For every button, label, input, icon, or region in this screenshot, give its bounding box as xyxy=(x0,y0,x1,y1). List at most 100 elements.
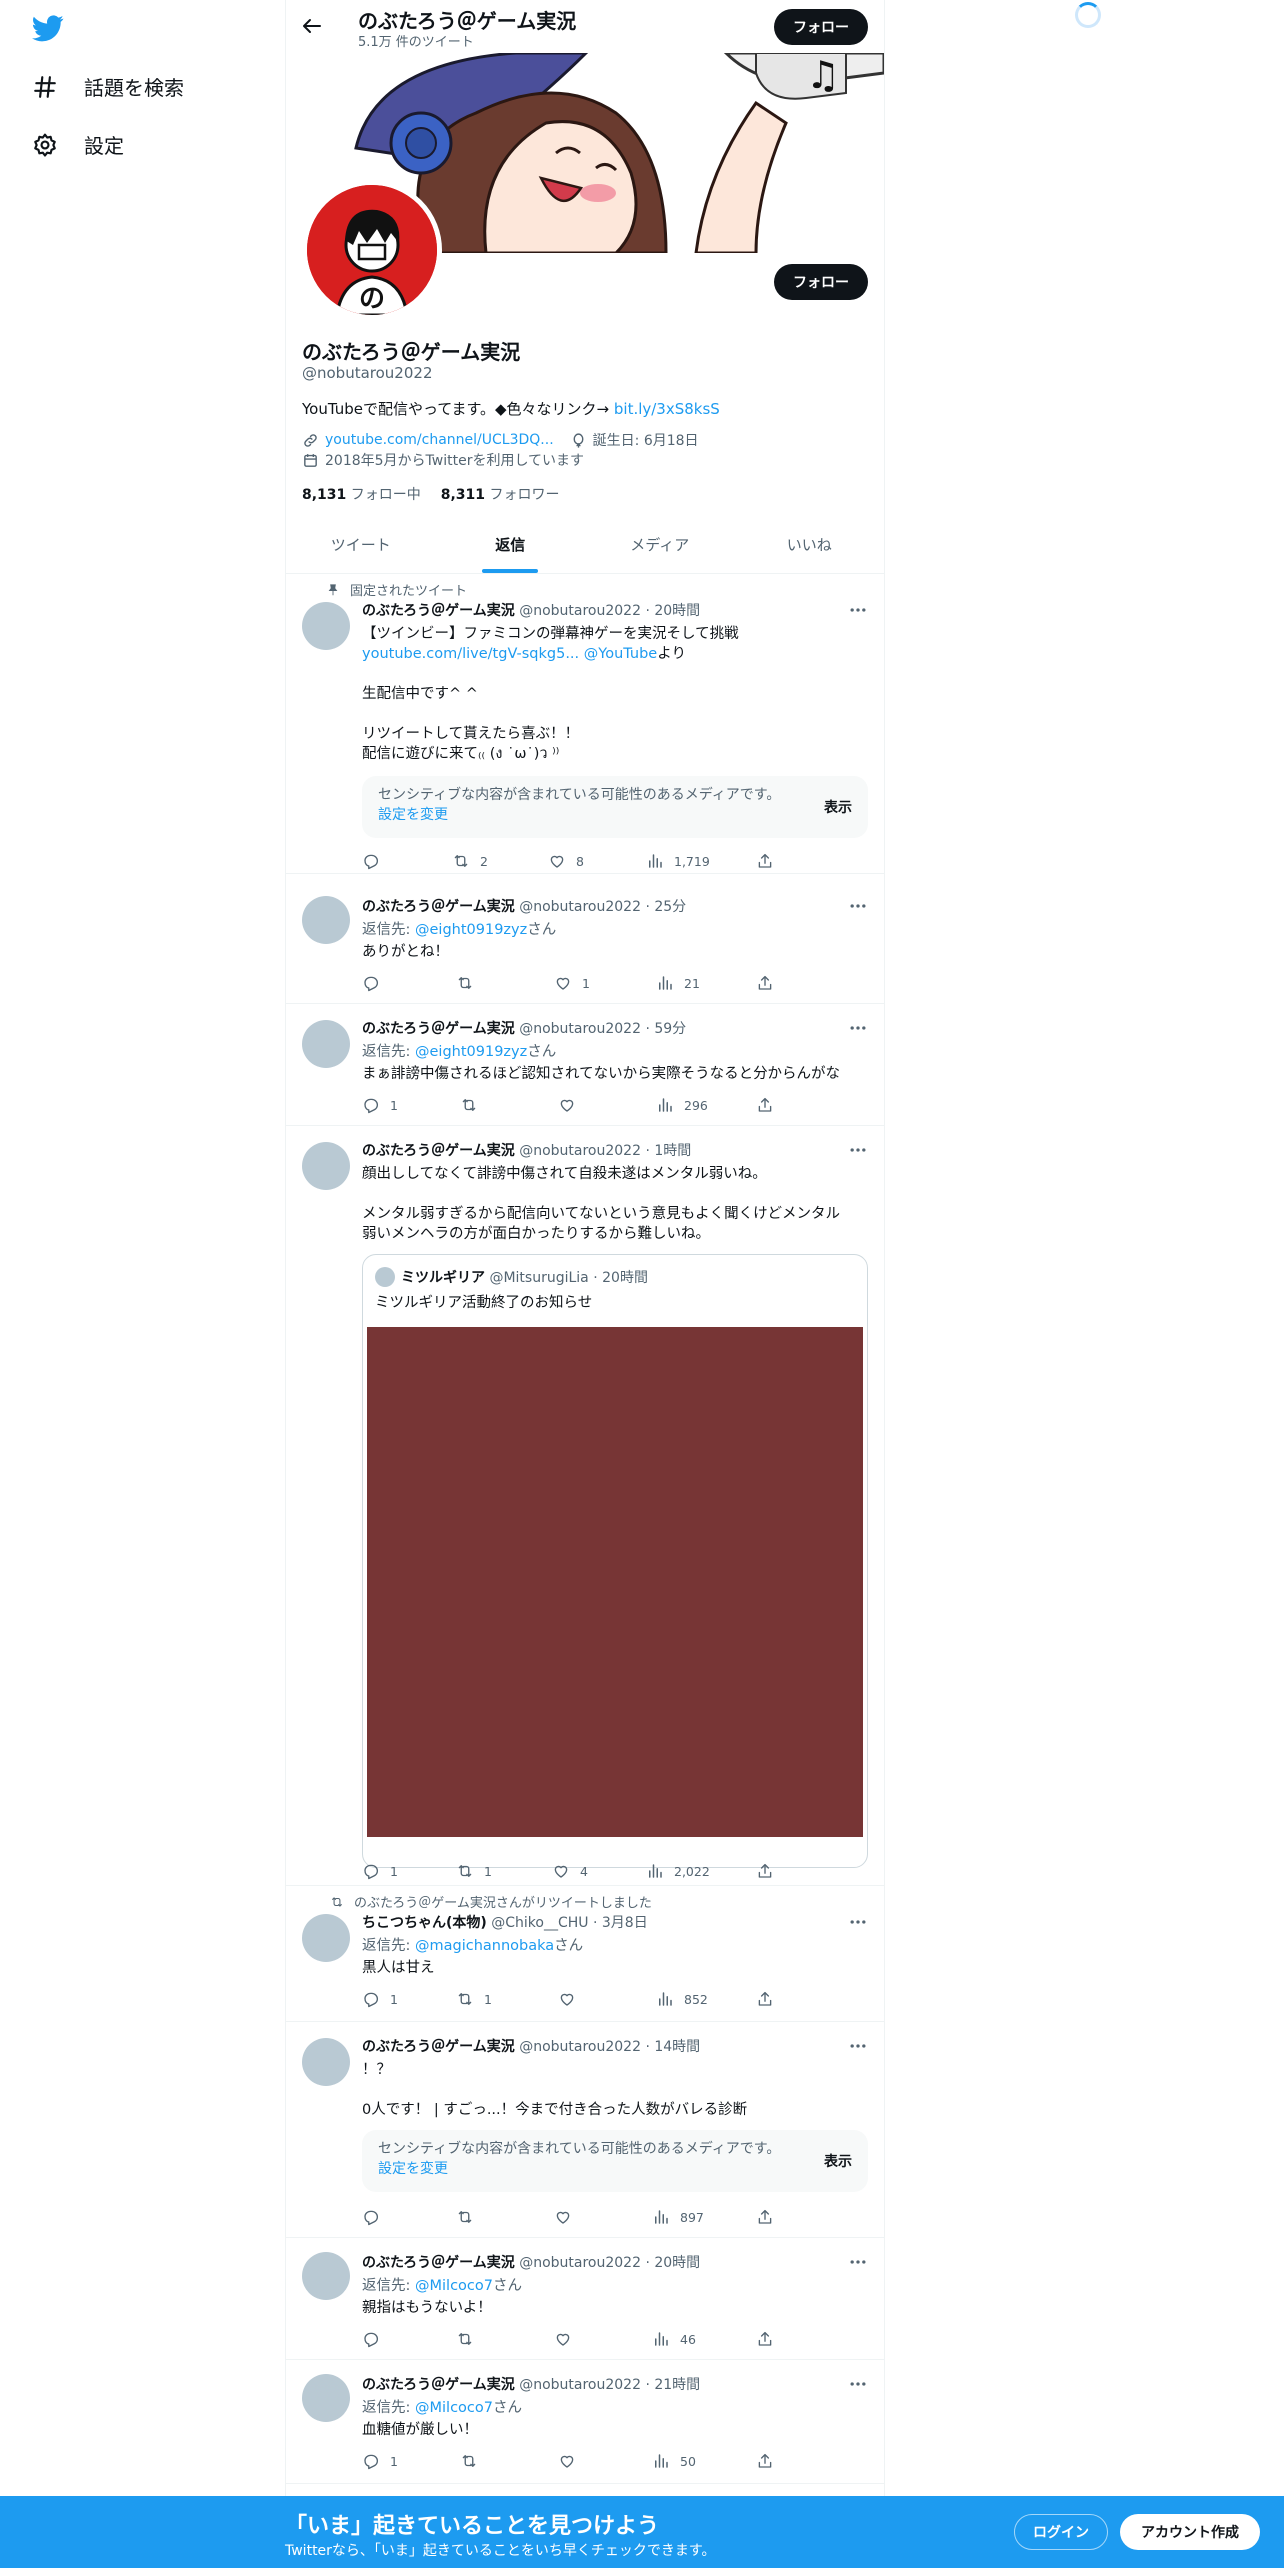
avatar[interactable] xyxy=(302,2374,350,2422)
author-name[interactable]: ちこつちゃん(本物) xyxy=(362,1915,487,1931)
views-button[interactable]: 897 xyxy=(652,2208,704,2226)
views-button[interactable]: 296 xyxy=(656,1096,708,1114)
share-button[interactable] xyxy=(756,1990,774,2008)
like-button[interactable]: 1 xyxy=(554,974,590,992)
show-media-button[interactable]: 表示 xyxy=(824,797,852,817)
tweet-item[interactable]: のぶたろう＠ゲーム実況 @nobutarou2022 · 1時間 顔出ししてなく… xyxy=(286,1126,884,1886)
like-button[interactable]: 4 xyxy=(552,1862,588,1880)
more-icon[interactable] xyxy=(848,2252,868,2272)
share-button[interactable] xyxy=(756,2330,774,2348)
tweet-item[interactable]: のぶたろう＠ゲーム実況 @nobutarou2022 · 59分 返信先: @e… xyxy=(286,1004,884,1126)
retweet-button[interactable]: 1 xyxy=(456,1990,492,2008)
share-button[interactable] xyxy=(756,2452,774,2470)
author-name[interactable]: のぶたろう＠ゲーム実況 xyxy=(362,1021,515,1037)
retweet-button[interactable] xyxy=(456,974,474,992)
back-arrow-icon[interactable] xyxy=(300,14,324,38)
more-icon[interactable] xyxy=(848,600,868,620)
author-name[interactable]: のぶたろう＠ゲーム実況 xyxy=(362,2255,515,2271)
retweet-button[interactable]: 2 xyxy=(452,852,488,870)
share-button[interactable] xyxy=(756,2208,774,2226)
like-button[interactable] xyxy=(558,1990,576,2008)
tab-tweets[interactable]: ツイート xyxy=(286,516,436,573)
reply-to-link[interactable]: @eight0919zyz xyxy=(415,1044,527,1060)
share-button[interactable] xyxy=(756,1096,774,1114)
reply-button[interactable]: 1 xyxy=(362,2452,398,2470)
avatar[interactable] xyxy=(302,1914,350,1962)
profile-avatar[interactable]: の xyxy=(302,180,442,320)
more-icon[interactable] xyxy=(848,896,868,916)
more-icon[interactable] xyxy=(848,1140,868,1160)
like-button[interactable] xyxy=(558,2452,576,2470)
retweeted-by-label[interactable]: のぶたろう＠ゲーム実況さんがリツイートしました xyxy=(354,1892,652,1911)
retweet-button[interactable] xyxy=(456,2208,474,2226)
header-follow-button[interactable]: フォロー xyxy=(774,9,868,45)
twitter-logo-icon[interactable] xyxy=(32,12,64,44)
views-button[interactable]: 21 xyxy=(656,974,700,992)
reply-to-link[interactable]: @eight0919zyz xyxy=(415,922,527,938)
tweet-time[interactable]: 3月8日 xyxy=(602,1915,648,1931)
author-name[interactable]: のぶたろう＠ゲーム実況 xyxy=(362,1143,515,1159)
following-link[interactable]: 8,131 フォロー中 xyxy=(302,484,421,504)
avatar[interactable] xyxy=(302,2038,350,2086)
more-icon[interactable] xyxy=(848,2036,868,2056)
profile-follow-button[interactable]: フォロー xyxy=(774,264,868,300)
youtube-link[interactable]: youtube.com/live/tgV-sqkg5... xyxy=(362,646,579,662)
views-button[interactable]: 46 xyxy=(652,2330,696,2348)
login-button[interactable]: ログイン xyxy=(1014,2514,1108,2550)
like-button[interactable] xyxy=(558,1096,576,1114)
retweet-button[interactable]: 1 xyxy=(456,1862,492,1880)
like-button[interactable] xyxy=(554,2330,572,2348)
avatar[interactable] xyxy=(302,1020,350,1068)
views-button[interactable]: 2,022 xyxy=(646,1862,710,1880)
reply-button[interactable] xyxy=(362,2330,380,2348)
tweet-item[interactable]: のぶたろう＠ゲーム実況 @nobutarou2022 · 25分 返信先: @e… xyxy=(286,874,884,1004)
views-button[interactable]: 1,719 xyxy=(646,852,710,870)
like-button[interactable]: 8 xyxy=(548,852,584,870)
bio-link[interactable]: bit.ly/3xS8ksS xyxy=(614,400,720,418)
share-button[interactable] xyxy=(756,974,774,992)
more-icon[interactable] xyxy=(848,1018,868,1038)
tweet-time[interactable]: 59分 xyxy=(654,1021,686,1037)
signup-button[interactable]: アカウント作成 xyxy=(1120,2514,1260,2550)
quoted-tweet[interactable]: ミツルギリア @MitsurugiLia · 20時間 ミツルギリア活動終了のお… xyxy=(362,1254,868,1868)
more-icon[interactable] xyxy=(848,2374,868,2394)
reply-button[interactable]: 1 xyxy=(362,1862,398,1880)
tweet-time[interactable]: 20時間 xyxy=(654,603,700,619)
avatar[interactable] xyxy=(302,602,350,650)
author-name[interactable]: のぶたろう＠ゲーム実況 xyxy=(362,603,515,619)
tweet-time[interactable]: 21時間 xyxy=(654,2377,700,2393)
views-button[interactable]: 852 xyxy=(656,1990,708,2008)
like-button[interactable] xyxy=(554,2208,572,2226)
share-button[interactable] xyxy=(756,852,774,870)
reply-button[interactable]: 1 xyxy=(362,1096,398,1114)
author-name[interactable]: のぶたろう＠ゲーム実況 xyxy=(362,899,515,915)
reply-button[interactable] xyxy=(362,2208,380,2226)
tweet-item[interactable]: のぶたろう＠ゲーム実況 @nobutarou2022 · 14時間 ！？ 0人で… xyxy=(286,2022,884,2238)
nav-explore[interactable]: 話題を検索 xyxy=(32,72,184,101)
change-settings-link[interactable]: 設定を変更 xyxy=(378,807,448,823)
tweet-time[interactable]: 20時間 xyxy=(654,2255,700,2271)
tab-likes[interactable]: いいね xyxy=(735,516,885,573)
author-name[interactable]: のぶたろう＠ゲーム実況 xyxy=(362,2039,515,2055)
quote-media-image[interactable] xyxy=(367,1327,863,1837)
views-button[interactable]: 50 xyxy=(652,2452,696,2470)
author-name[interactable]: のぶたろう＠ゲーム実況 xyxy=(362,2377,515,2393)
tweet-item[interactable]: のぶたろう＠ゲーム実況 @nobutarou2022 · 20時間 返信先: @… xyxy=(286,2238,884,2360)
tweet-time[interactable]: 1時間 xyxy=(654,1143,691,1159)
reply-button[interactable] xyxy=(362,852,380,870)
tweet-item[interactable]: のぶたろう＠ゲーム実況 @nobutarou2022 · 21時間 返信先: @… xyxy=(286,2360,884,2484)
tab-media[interactable]: メディア xyxy=(585,516,735,573)
retweet-button[interactable] xyxy=(456,2330,474,2348)
retweet-button[interactable] xyxy=(460,2452,478,2470)
avatar[interactable] xyxy=(302,2252,350,2300)
tweet-item[interactable]: 固定されたツイート のぶたろう＠ゲーム実況 @nobutarou2022 · 2… xyxy=(286,574,884,874)
nav-settings[interactable]: 設定 xyxy=(32,130,124,159)
followers-link[interactable]: 8,311 フォロワー xyxy=(441,484,560,504)
reply-to-link[interactable]: @Milcoco7 xyxy=(415,2400,493,2416)
avatar[interactable] xyxy=(302,1142,350,1190)
more-icon[interactable] xyxy=(848,1912,868,1932)
tweet-time[interactable]: 14時間 xyxy=(654,2039,700,2055)
retweet-button[interactable] xyxy=(460,1096,478,1114)
avatar[interactable] xyxy=(302,896,350,944)
reply-button[interactable] xyxy=(362,974,380,992)
